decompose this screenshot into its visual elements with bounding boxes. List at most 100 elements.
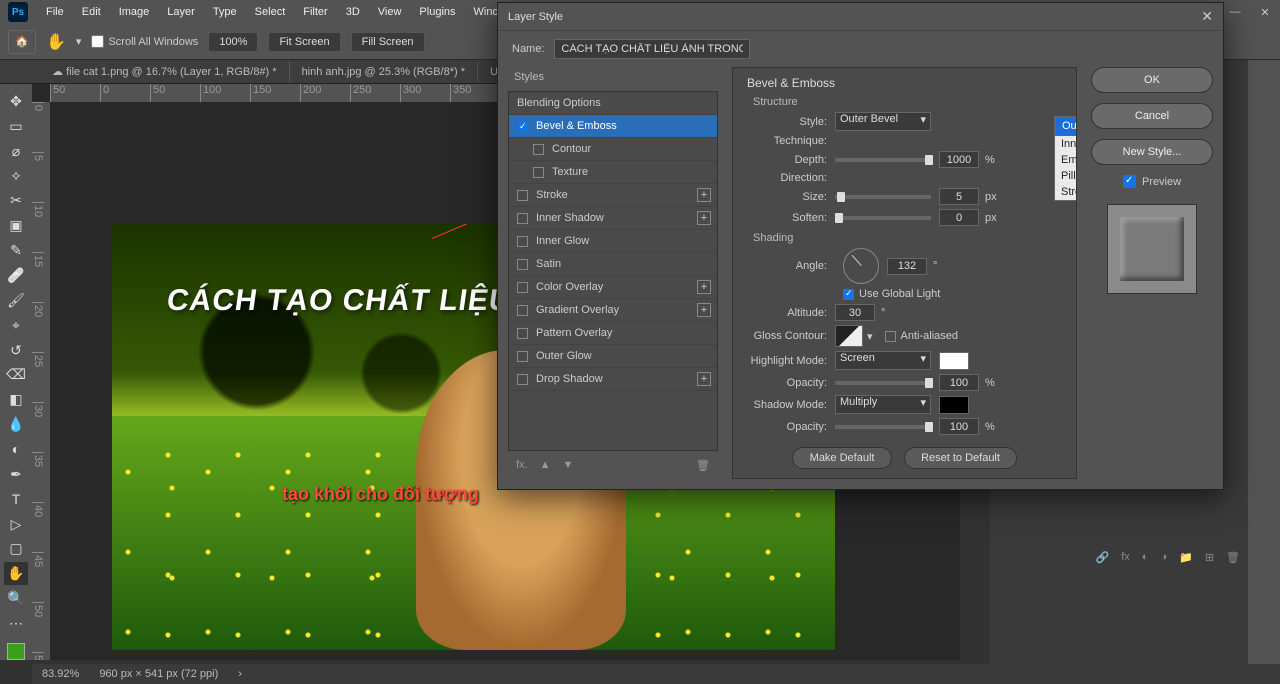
menu-select[interactable]: Select (247, 3, 294, 21)
dodge-tool-icon[interactable]: ◐ (4, 438, 28, 461)
style-drop-shadow[interactable]: Drop Shadow+ (509, 368, 717, 391)
panel-strip[interactable] (1248, 60, 1280, 664)
fx-icon[interactable]: fx (1121, 551, 1130, 564)
close-button[interactable]: ✕ (1250, 0, 1280, 24)
shadow-color-swatch[interactable] (939, 396, 969, 414)
new-layer-icon[interactable]: ⊞ (1205, 551, 1214, 564)
home-button[interactable]: 🏠 (8, 30, 36, 54)
chevron-right-icon[interactable]: › (238, 668, 242, 680)
style-option-stroke-emboss[interactable]: Stroke Emboss (1055, 184, 1077, 200)
menu-layer[interactable]: Layer (159, 3, 203, 21)
highlight-color-swatch[interactable] (939, 352, 969, 370)
shape-tool-icon[interactable]: ▢ (4, 537, 28, 560)
style-bevel-emboss[interactable]: Bevel & Emboss (509, 115, 717, 138)
hl-opacity-value[interactable] (939, 374, 979, 391)
folder-icon[interactable]: 📁 (1179, 551, 1193, 564)
style-inner-glow[interactable]: Inner Glow (509, 230, 717, 253)
gradient-tool-icon[interactable]: ◧ (4, 388, 28, 411)
style-option-emboss[interactable]: Emboss (1055, 152, 1077, 168)
make-default-button[interactable]: Make Default (792, 447, 892, 469)
move-up-icon[interactable]: ▲ (540, 459, 551, 471)
style-contour[interactable]: Contour (509, 138, 717, 161)
size-slider[interactable] (835, 195, 931, 199)
stamp-tool-icon[interactable]: ⌖ (4, 314, 28, 337)
hl-opacity-slider[interactable] (835, 381, 931, 385)
more-tools-icon[interactable]: ⋯ (4, 612, 28, 635)
style-select[interactable]: Outer Bevel▾ (835, 112, 931, 131)
soften-value[interactable] (939, 209, 979, 226)
gloss-contour-picker[interactable] (835, 325, 863, 347)
global-light-checkbox[interactable]: Use Global Light (843, 288, 940, 300)
menu-filter[interactable]: Filter (295, 3, 335, 21)
pen-tool-icon[interactable]: ✒ (4, 463, 28, 486)
style-option-inner-bevel[interactable]: Inner Bevel (1055, 136, 1077, 152)
sh-opacity-slider[interactable] (835, 425, 931, 429)
style-satin[interactable]: Satin (509, 253, 717, 276)
history-brush-icon[interactable]: ↺ (4, 339, 28, 362)
frame-tool-icon[interactable]: ▣ (4, 214, 28, 237)
menu-plugins[interactable]: Plugins (411, 3, 463, 21)
add-icon[interactable]: + (697, 372, 711, 386)
fit-screen-button[interactable]: Fit Screen (268, 32, 340, 52)
style-stroke[interactable]: Stroke+ (509, 184, 717, 207)
blur-tool-icon[interactable]: 💧 (4, 413, 28, 436)
style-gradient-overlay[interactable]: Gradient Overlay+ (509, 299, 717, 322)
brush-tool-icon[interactable]: 🖌 (4, 289, 28, 312)
fx-menu-icon[interactable]: fx. (516, 459, 528, 471)
menu-3d[interactable]: 3D (338, 3, 368, 21)
crop-tool-icon[interactable]: ✂ (4, 189, 28, 212)
new-style-button[interactable]: New Style... (1091, 139, 1213, 165)
style-outer-glow[interactable]: Outer Glow (509, 345, 717, 368)
menu-view[interactable]: View (370, 3, 410, 21)
mask-icon[interactable]: ◐ (1142, 551, 1149, 564)
ok-button[interactable]: OK (1091, 67, 1213, 93)
add-icon[interactable]: + (697, 303, 711, 317)
link-icon[interactable]: 🔗 (1096, 551, 1110, 564)
style-color-overlay[interactable]: Color Overlay+ (509, 276, 717, 299)
depth-value[interactable] (939, 151, 979, 168)
size-value[interactable] (939, 188, 979, 205)
eraser-tool-icon[interactable]: ⌫ (4, 363, 28, 386)
menu-edit[interactable]: Edit (74, 3, 109, 21)
status-doc-info[interactable]: 960 px × 541 px (72 ppi) (99, 668, 218, 680)
menu-type[interactable]: Type (205, 3, 245, 21)
depth-slider[interactable] (835, 158, 931, 162)
style-inner-shadow[interactable]: Inner Shadow+ (509, 207, 717, 230)
soften-slider[interactable] (835, 216, 931, 220)
zoom-tool-icon[interactable]: 🔍 (4, 587, 28, 610)
dialog-titlebar[interactable]: Layer Style ✕ (498, 3, 1223, 31)
chevron-down-icon[interactable]: ▾ (76, 35, 82, 48)
style-dropdown-list[interactable]: Outer Bevel Inner Bevel Emboss Pillow Em… (1054, 116, 1077, 201)
menu-file[interactable]: File (38, 3, 72, 21)
name-field[interactable] (554, 39, 750, 59)
minimize-button[interactable]: — (1220, 0, 1250, 24)
healing-tool-icon[interactable]: 🩹 (4, 264, 28, 287)
adjustment-icon[interactable]: ◑ (1160, 551, 1167, 564)
eyedropper-tool-icon[interactable]: ✎ (4, 239, 28, 262)
move-down-icon[interactable]: ▼ (563, 459, 574, 471)
move-tool-icon[interactable]: ✥ (4, 90, 28, 113)
lasso-tool-icon[interactable]: ⌀ (4, 140, 28, 163)
preview-checkbox[interactable]: Preview (1091, 175, 1213, 188)
blending-options-row[interactable]: Blending Options (509, 92, 717, 115)
angle-dial[interactable] (843, 248, 879, 284)
angle-value[interactable] (887, 258, 927, 275)
trash-icon[interactable]: 🗑 (696, 459, 710, 472)
add-icon[interactable]: + (697, 211, 711, 225)
shadow-mode-select[interactable]: Multiply▾ (835, 395, 931, 414)
style-option-outer-bevel[interactable]: Outer Bevel (1055, 117, 1077, 136)
hand-tool-icon-tb[interactable]: ✋ (4, 562, 28, 585)
tab-document-1[interactable]: ☁ file cat 1.png @ 16.7% (Layer 1, RGB/8… (40, 61, 290, 82)
menu-image[interactable]: Image (111, 3, 158, 21)
wand-tool-icon[interactable]: ✧ (4, 165, 28, 188)
zoom-value[interactable]: 100% (208, 32, 258, 52)
altitude-value[interactable] (835, 304, 875, 321)
style-pattern-overlay[interactable]: Pattern Overlay (509, 322, 717, 345)
add-icon[interactable]: + (697, 280, 711, 294)
cancel-button[interactable]: Cancel (1091, 103, 1213, 129)
fill-screen-button[interactable]: Fill Screen (351, 32, 425, 52)
status-zoom[interactable]: 83.92% (42, 668, 79, 680)
reset-default-button[interactable]: Reset to Default (904, 447, 1017, 469)
path-select-icon[interactable]: ▷ (4, 513, 28, 536)
tab-document-2[interactable]: hinh anh.jpg @ 25.3% (RGB/8*) * (290, 62, 478, 82)
